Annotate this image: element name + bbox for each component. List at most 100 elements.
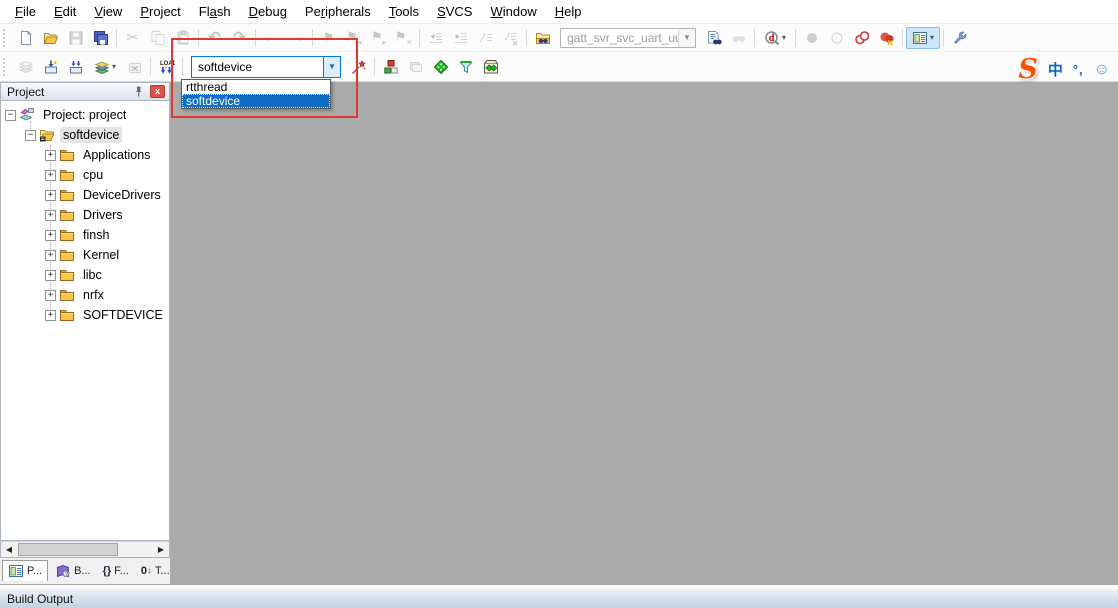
tree-horizontal-scrollbar[interactable]: ◀ ▶ (0, 541, 170, 558)
undo-button[interactable]: ↶ (202, 27, 227, 49)
expand-expander-icon[interactable]: + (45, 230, 56, 241)
enable-breakpoint-button[interactable] (824, 27, 849, 49)
insert-breakpoint-button[interactable] (799, 27, 824, 49)
toolbar-grip[interactable] (3, 58, 10, 76)
download-button[interactable]: LOAD (154, 56, 179, 78)
tree-item-nrfx[interactable]: +nrfx (1, 285, 169, 305)
tree-item-softdevice[interactable]: +SOFTDEVICE (1, 305, 169, 325)
menu-help[interactable]: Help (546, 1, 591, 22)
ime-language-indicator[interactable]: 中 (1048, 59, 1063, 80)
pin-button[interactable] (131, 85, 146, 99)
toolbar-grip[interactable] (3, 29, 10, 47)
configure-tools-icon (952, 30, 968, 46)
combo-dropdown-icon[interactable]: ▼ (323, 57, 340, 77)
tree-item-kernel[interactable]: +Kernel (1, 245, 169, 265)
paste-button[interactable] (170, 27, 195, 49)
tab-project[interactable]: P... (2, 560, 48, 581)
start-stop-debug-button[interactable]: d▾ (758, 27, 792, 49)
indent-left-button[interactable] (423, 27, 448, 49)
ime-emoji-icon[interactable]: ☺ (1094, 61, 1110, 79)
menu-window[interactable]: Window (481, 1, 545, 22)
cut-button[interactable]: ✂ (120, 27, 145, 49)
menu-peripherals[interactable]: Peripherals (296, 1, 380, 22)
expand-expander-icon[interactable]: + (45, 250, 56, 261)
tree-item-finsh[interactable]: +finsh (1, 225, 169, 245)
collapse-expander-icon[interactable]: − (5, 110, 16, 121)
rebuild-button[interactable] (63, 56, 88, 78)
scrollbar-thumb[interactable] (18, 543, 118, 556)
scroll-left-button[interactable]: ◀ (1, 542, 17, 557)
expand-expander-icon[interactable]: + (45, 190, 56, 201)
manage-project-items-button[interactable] (378, 56, 403, 78)
sogou-logo-icon[interactable]: S (1018, 56, 1038, 83)
combo-dropdown-icon[interactable]: ▼ (678, 29, 695, 47)
search-text-combo[interactable]: gatt_svr_svc_uart_uuid▼ (560, 28, 696, 48)
manage-books-icon (408, 59, 424, 75)
tree-item-drivers[interactable]: +Drivers (1, 205, 169, 225)
menu-tools[interactable]: Tools (380, 1, 428, 22)
dropdown-option-rtthread[interactable]: rtthread (182, 80, 330, 94)
collapse-expander-icon[interactable]: − (25, 130, 36, 141)
navigate-back-button[interactable]: ← (259, 27, 284, 49)
bookmark-previous-button[interactable]: ⚑◂ (341, 27, 366, 49)
bookmark-next-button[interactable]: ⚑▸ (366, 27, 391, 49)
menu-svcs[interactable]: SVCS (428, 1, 481, 22)
select-software-packs-button[interactable] (453, 56, 478, 78)
bookmark-clear-all-button[interactable]: ⚑✕ (391, 27, 416, 49)
pack-installer-button[interactable] (478, 56, 503, 78)
tree-item-softdevice[interactable]: −softdevice (1, 125, 169, 145)
bookmark-toggle-button[interactable]: ⚑ (316, 27, 341, 49)
menu-edit[interactable]: Edit (45, 1, 85, 22)
build-output-caption-bar[interactable]: Build Output (0, 588, 1118, 608)
menu-project[interactable]: Project (131, 1, 189, 22)
project-windows-button[interactable]: ▾ (906, 27, 940, 49)
expand-expander-icon[interactable]: + (45, 170, 56, 181)
tree-item-devicedrivers[interactable]: +DeviceDrivers (1, 185, 169, 205)
kill-all-breakpoints-button[interactable] (874, 27, 899, 49)
expand-expander-icon[interactable]: + (45, 210, 56, 221)
dropdown-option-softdevice[interactable]: softdevice (182, 94, 330, 108)
expand-expander-icon[interactable]: + (45, 290, 56, 301)
save-button[interactable] (63, 27, 88, 49)
batch-build-button[interactable]: ▾ (88, 56, 122, 78)
manage-rte-button[interactable] (428, 56, 453, 78)
find-in-files-button[interactable] (701, 27, 726, 49)
redo-button[interactable]: ↷ (227, 27, 252, 49)
menu-flash[interactable]: Flash (190, 1, 240, 22)
tab-templates[interactable]: 0↓T... (136, 560, 175, 581)
tree-item-applications[interactable]: +Applications (1, 145, 169, 165)
expand-expander-icon[interactable]: + (45, 270, 56, 281)
navigate-forward-button[interactable]: → (284, 27, 309, 49)
save-all-button[interactable] (88, 27, 113, 49)
menu-view[interactable]: View (85, 1, 131, 22)
disable-all-breakpoints-button[interactable] (849, 27, 874, 49)
indent-right-button[interactable] (448, 27, 473, 49)
comment-selection-button[interactable] (473, 27, 498, 49)
stop-build-button[interactable] (122, 56, 147, 78)
menu-file[interactable]: File (6, 1, 45, 22)
incremental-find-button[interactable] (726, 27, 751, 49)
menu-debug[interactable]: Debug (240, 1, 296, 22)
copy-button[interactable] (145, 27, 170, 49)
tab-books[interactable]: ?B... (50, 560, 96, 581)
expand-expander-icon[interactable]: + (45, 310, 56, 321)
options-for-target-button[interactable] (346, 56, 371, 78)
find-in-files-dialog-button[interactable] (530, 27, 555, 49)
configure-tools-button[interactable] (947, 27, 972, 49)
toolbar-separator (182, 58, 183, 76)
tree-item-cpu[interactable]: +cpu (1, 165, 169, 185)
tab-functions[interactable]: {}F... (98, 560, 134, 581)
tree-item-project-project[interactable]: −Project: project (1, 105, 169, 125)
open-file-button[interactable] (38, 27, 63, 49)
uncomment-selection-button[interactable] (498, 27, 523, 49)
select-target-combo[interactable]: softdevice▼ (191, 56, 341, 78)
translate-button[interactable] (13, 56, 38, 78)
build-button[interactable] (38, 56, 63, 78)
ime-punctuation-indicator[interactable]: °, (1073, 62, 1084, 77)
new-file-button[interactable] (13, 27, 38, 49)
scroll-right-button[interactable]: ▶ (153, 542, 169, 557)
close-panel-button[interactable]: x (150, 85, 165, 98)
manage-books-button[interactable] (403, 56, 428, 78)
tree-item-libc[interactable]: +libc (1, 265, 169, 285)
expand-expander-icon[interactable]: + (45, 150, 56, 161)
